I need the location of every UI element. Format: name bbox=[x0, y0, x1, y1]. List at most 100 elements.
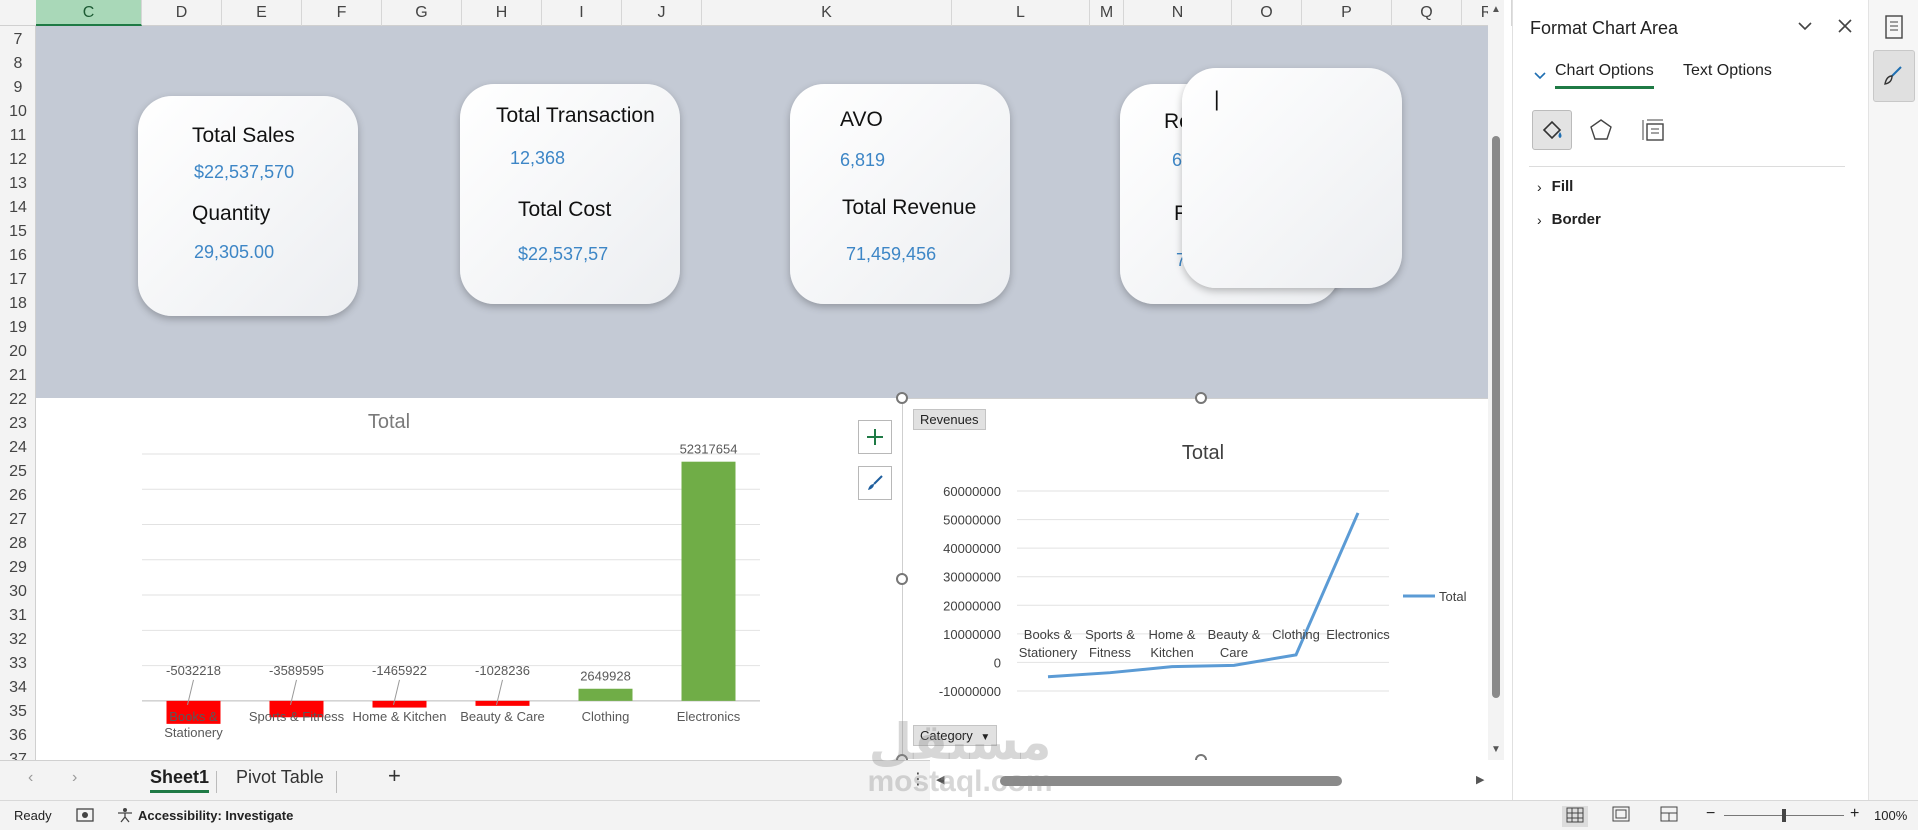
row-header-11[interactable]: 11 bbox=[0, 124, 35, 148]
column-header-g[interactable]: G bbox=[382, 0, 462, 26]
sheet-tab-sheet1[interactable]: Sheet1 bbox=[150, 767, 210, 793]
scroll-right-icon[interactable]: ▶ bbox=[1476, 773, 1484, 786]
row-header-28[interactable]: 28 bbox=[0, 532, 35, 556]
column-header-o[interactable]: O bbox=[1232, 0, 1302, 26]
column-header-q[interactable]: Q bbox=[1392, 0, 1462, 26]
bar[interactable] bbox=[681, 461, 736, 701]
scroll-thumb[interactable] bbox=[1000, 776, 1342, 786]
row-header-36[interactable]: 36 bbox=[0, 724, 35, 748]
vertical-scrollbar[interactable]: ▲ ▼ bbox=[1488, 0, 1504, 760]
row-header-21[interactable]: 21 bbox=[0, 364, 35, 388]
scroll-down-icon[interactable]: ▼ bbox=[1491, 744, 1501, 755]
line-chart[interactable]: Total -10000000 0 10000000 20000000 30000000 4… bbox=[902, 398, 1488, 760]
row-header-18[interactable]: 18 bbox=[0, 292, 35, 316]
add-sheet-button[interactable]: + bbox=[388, 763, 401, 789]
row-header-37[interactable]: 37 bbox=[0, 748, 35, 760]
column-header-h[interactable]: H bbox=[462, 0, 542, 26]
zoom-slider[interactable] bbox=[1724, 809, 1844, 822]
fill-line-tab-button[interactable] bbox=[1532, 110, 1572, 150]
resize-handle[interactable] bbox=[896, 392, 908, 404]
column-header-c[interactable]: C bbox=[36, 0, 142, 26]
page-layout-icon[interactable] bbox=[1612, 806, 1630, 825]
row-header-9[interactable]: 9 bbox=[0, 76, 35, 100]
close-pane-button[interactable] bbox=[1833, 14, 1857, 38]
bar-chart[interactable]: Total -5032218 Books & Stationery -3589595 Sp… bbox=[36, 398, 788, 760]
row-header-32[interactable]: 32 bbox=[0, 628, 35, 652]
row-header-34[interactable]: 34 bbox=[0, 676, 35, 700]
zoom-slider-thumb[interactable] bbox=[1782, 809, 1786, 822]
row-header-8[interactable]: 8 bbox=[0, 52, 35, 76]
values-field-button[interactable]: Revenues bbox=[913, 409, 986, 430]
section-fill[interactable]: › Fill bbox=[1537, 178, 1573, 195]
row-header-16[interactable]: 16 bbox=[0, 244, 35, 268]
bar[interactable] bbox=[475, 700, 530, 706]
row-header-19[interactable]: 19 bbox=[0, 316, 35, 340]
column-header-m[interactable]: M bbox=[1090, 0, 1124, 26]
column-header-i[interactable]: I bbox=[542, 0, 622, 26]
row-header-27[interactable]: 27 bbox=[0, 508, 35, 532]
bar[interactable] bbox=[372, 700, 427, 708]
next-sheet-icon[interactable]: › bbox=[72, 769, 77, 787]
row-header-17[interactable]: 17 bbox=[0, 268, 35, 292]
format-pane-switch-button[interactable] bbox=[1873, 50, 1915, 102]
row-header-30[interactable]: 30 bbox=[0, 580, 35, 604]
scroll-thumb[interactable] bbox=[1492, 136, 1500, 698]
prev-sheet-icon[interactable]: ‹ bbox=[28, 769, 33, 787]
pane-options-icon[interactable] bbox=[1793, 14, 1817, 38]
row-header-29[interactable]: 29 bbox=[0, 556, 35, 580]
column-header-k[interactable]: K bbox=[702, 0, 952, 26]
row-header-22[interactable]: 22 bbox=[0, 388, 35, 412]
column-header-l[interactable]: L bbox=[952, 0, 1090, 26]
row-header-10[interactable]: 10 bbox=[0, 100, 35, 124]
sheet-canvas[interactable]: Total Sales $22,537,570 Quantity 29,305.00 T… bbox=[36, 26, 1488, 760]
bar[interactable] bbox=[578, 688, 633, 701]
row-header-25[interactable]: 25 bbox=[0, 460, 35, 484]
chart-elements-button[interactable] bbox=[858, 420, 892, 454]
axis-field-button[interactable]: Category ▼ bbox=[913, 725, 998, 746]
category-label: Clothing bbox=[1272, 627, 1320, 642]
row-header-33[interactable]: 33 bbox=[0, 652, 35, 676]
column-header-n[interactable]: N bbox=[1124, 0, 1232, 26]
size-properties-tab-button[interactable] bbox=[1635, 112, 1671, 148]
column-header-j[interactable]: J bbox=[622, 0, 702, 26]
chart-styles-button[interactable] bbox=[858, 466, 892, 500]
column-header-e[interactable]: E bbox=[222, 0, 302, 26]
row-header-26[interactable]: 26 bbox=[0, 484, 35, 508]
sheet-tab-pivot-table[interactable]: Pivot Table bbox=[236, 767, 324, 788]
row-header-20[interactable]: 20 bbox=[0, 340, 35, 364]
row-header-13[interactable]: 13 bbox=[0, 172, 35, 196]
macro-record-icon[interactable] bbox=[76, 807, 94, 826]
accessibility-status[interactable]: Accessibility: Investigate bbox=[138, 808, 293, 823]
section-border[interactable]: › Border bbox=[1537, 211, 1601, 228]
effects-tab-button[interactable] bbox=[1583, 112, 1619, 148]
horizontal-scrollbar[interactable]: ◀ ▶ bbox=[930, 770, 1488, 792]
resize-handle[interactable] bbox=[1195, 754, 1207, 760]
column-header-f[interactable]: F bbox=[302, 0, 382, 26]
scroll-up-icon[interactable]: ▲ bbox=[1491, 4, 1501, 15]
scroll-left-icon[interactable]: ◀ bbox=[936, 773, 944, 786]
zoom-out-icon[interactable]: − bbox=[1706, 805, 1715, 823]
column-header-r[interactable]: R bbox=[1462, 0, 1512, 26]
row-header-24[interactable]: 24 bbox=[0, 436, 35, 460]
row-header-15[interactable]: 15 bbox=[0, 220, 35, 244]
more-options-icon[interactable]: ⋮ bbox=[910, 769, 926, 789]
row-header-31[interactable]: 31 bbox=[0, 604, 35, 628]
zoom-in-icon[interactable]: + bbox=[1850, 805, 1859, 823]
pane-switch-button[interactable] bbox=[1882, 14, 1906, 40]
column-header-d[interactable]: D bbox=[142, 0, 222, 26]
row-header-14[interactable]: 14 bbox=[0, 196, 35, 220]
column-header-p[interactable]: P bbox=[1302, 0, 1392, 26]
row-header-12[interactable]: 12 bbox=[0, 148, 35, 172]
kpi-value: 6,819 bbox=[840, 150, 886, 170]
row-header-35[interactable]: 35 bbox=[0, 700, 35, 724]
row-header-23[interactable]: 23 bbox=[0, 412, 35, 436]
tab-text-options[interactable]: Text Options bbox=[1683, 62, 1772, 80]
accessibility-icon[interactable] bbox=[116, 807, 134, 826]
zoom-level[interactable]: 100% bbox=[1874, 808, 1907, 823]
page-break-preview-icon[interactable] bbox=[1660, 806, 1678, 825]
resize-handle[interactable] bbox=[896, 573, 908, 585]
row-header-7[interactable]: 7 bbox=[0, 28, 35, 52]
tab-chart-options[interactable]: Chart Options bbox=[1555, 62, 1654, 89]
normal-view-icon[interactable] bbox=[1562, 806, 1588, 827]
resize-handle[interactable] bbox=[1195, 392, 1207, 404]
